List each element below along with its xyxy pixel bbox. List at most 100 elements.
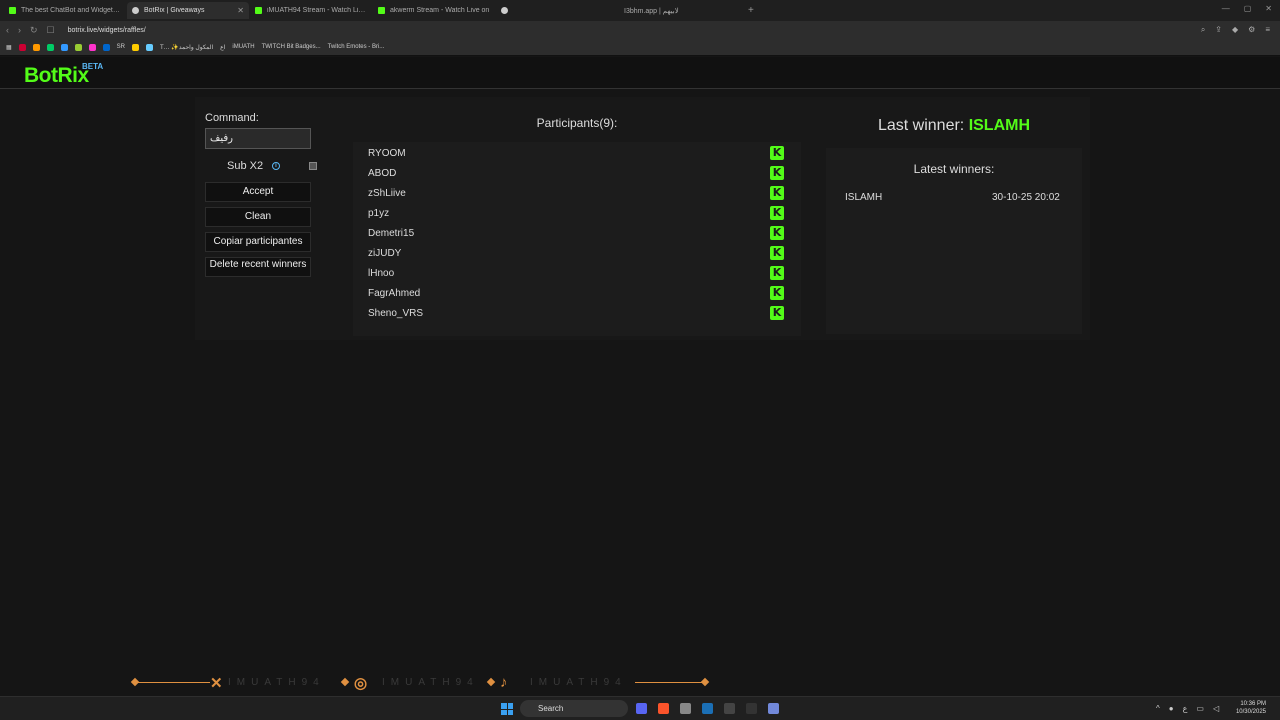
language-icon[interactable]: ع <box>1183 704 1188 713</box>
maximize-icon[interactable]: ▢ <box>1244 4 1252 13</box>
bookmark-item[interactable]: TWITCH Bit Badges... <box>262 44 321 50</box>
participant-row: Demetri15 K <box>368 225 786 243</box>
share-icon[interactable]: ⇪ <box>1215 25 1222 35</box>
apps-icon[interactable]: ▦ <box>6 44 12 51</box>
bookmark-item[interactable]: T… ✨المكول واحمد <box>160 44 213 51</box>
tab-title: I3bhm.app | لابيهم <box>624 7 679 15</box>
new-tab-button[interactable]: + <box>748 5 754 16</box>
divider <box>138 682 210 683</box>
browser-tab-3[interactable]: iMUATH94 Stream - Watch Live o <box>250 2 372 19</box>
participant-row: FagrAhmed K <box>368 285 786 303</box>
botrix-logo[interactable]: BotRix <box>24 64 89 88</box>
instagram-icon: ◎ <box>354 675 368 692</box>
bookmark-item[interactable]: Twitch Emotes - Bri... <box>328 44 385 50</box>
command-label: Command: <box>205 112 259 124</box>
bookmark-item[interactable]: iMUATH <box>232 44 254 50</box>
sub-x2-checkbox[interactable] <box>309 162 317 170</box>
mic-icon[interactable]: ● <box>1169 704 1174 713</box>
menu-icon[interactable]: ≡ <box>1265 25 1270 35</box>
zoom-icon[interactable]: ⌕ <box>1201 25 1205 35</box>
app-icon[interactable] <box>724 703 735 714</box>
minimize-icon[interactable]: — <box>1222 4 1230 13</box>
overlay-handle: IMUATH94 <box>228 677 325 688</box>
kick-logo-icon: K <box>770 206 784 220</box>
brave-icon[interactable] <box>658 703 669 714</box>
brave-shield-icon[interactable]: ◆ <box>1232 25 1238 35</box>
bookmark-item[interactable]: SR <box>117 44 125 50</box>
x-logo-icon: ✕ <box>210 675 223 692</box>
beta-badge: BETA <box>82 62 104 71</box>
discord-app-icon[interactable] <box>768 703 779 714</box>
taskbar-search[interactable]: Search <box>520 700 628 717</box>
participant-row: ziJUDY K <box>368 245 786 263</box>
network-icon[interactable]: ▭ <box>1196 704 1204 713</box>
browser-tab-4[interactable]: akwerm Stream - Watch Live on <box>373 2 495 19</box>
diamond-icon <box>700 677 710 687</box>
tiktok-icon: ♪ <box>500 674 508 691</box>
clock[interactable]: 10:36 PM 10/30/2025 <box>1236 700 1266 716</box>
participant-row: ABOD K <box>368 165 786 183</box>
clean-button[interactable]: Clean <box>205 207 311 227</box>
address-bar: ‹ › ↻ ☐ botrix.live/widgets/raffles/ ⌕ ⇪… <box>0 21 1280 39</box>
participant-name: p1yz <box>368 208 390 219</box>
windows-start-icon[interactable] <box>501 703 513 715</box>
participant-name: RYOOM <box>368 148 406 159</box>
participant-row: RYOOM K <box>368 145 786 163</box>
close-window-icon[interactable]: ✕ <box>1265 4 1272 13</box>
botrix-favicon-icon <box>132 7 139 14</box>
info-icon[interactable]: i <box>272 162 280 170</box>
accept-button[interactable]: Accept <box>205 182 311 202</box>
bookmarks-bar: ▦ ​ ​ ​ ​ ​ ​ ​ SR ​ ​ T… ✨المكول واحمد … <box>0 39 1280 56</box>
delete-recent-winners-button[interactable]: Delete recent winners <box>205 257 311 277</box>
clock-date: 10/30/2025 <box>1235 709 1266 715</box>
participant-name: zShLiive <box>368 188 406 199</box>
latest-winners-title: Latest winners: <box>913 162 995 176</box>
participant-name: ziJUDY <box>368 248 402 259</box>
volume-icon[interactable]: ◁ <box>1213 704 1219 713</box>
diamond-icon <box>486 677 496 687</box>
overlay-handle: IMUATH94 <box>382 677 479 688</box>
browser-tab-6[interactable]: I3bhm.app | لابيهم <box>619 2 741 19</box>
steam-icon[interactable] <box>702 703 713 714</box>
participant-name: FagrAhmed <box>368 288 421 299</box>
back-icon[interactable]: ‹ <box>6 25 9 35</box>
bookmark-item[interactable]: اع <box>220 44 225 51</box>
forward-icon[interactable]: › <box>18 25 21 35</box>
taskbar: ⌕ Search ^ ● ع ▭ ◁ 10:36 PM 10/30/2025 <box>0 696 1280 720</box>
overlay-handle: IMUATH94 <box>530 677 627 688</box>
close-tab-icon[interactable]: ✕ <box>237 6 244 15</box>
chevron-up-icon[interactable]: ^ <box>1156 704 1160 713</box>
browser-tab-1[interactable]: The best ChatBot and Widgets for Ki <box>4 2 126 19</box>
kick-favicon-icon <box>9 7 16 14</box>
toolbar-icons: ⌕ ⇪ ◆ ⚙ ≡ <box>1201 25 1270 35</box>
kick-logo-icon: K <box>770 186 784 200</box>
sub-x2-label: Sub X2 <box>227 160 264 172</box>
copy-participants-button[interactable]: Copiar participantes <box>205 232 311 252</box>
last-winner: Last winner: ISLAMH <box>826 117 1082 135</box>
command-input[interactable] <box>205 128 311 149</box>
extensions-icon[interactable]: ⚙ <box>1248 25 1255 35</box>
social-overlay: ✕ IMUATH94 ◎ IMUATH94 ♪ IMUATH94 <box>130 672 710 694</box>
discord-icon[interactable] <box>636 703 647 714</box>
obs-icon[interactable] <box>746 703 757 714</box>
bookmark-icon[interactable]: ☐ <box>47 25 55 36</box>
participant-row: p1yz K <box>368 205 786 223</box>
page-favicon-icon <box>501 7 508 14</box>
tab-bar: The best ChatBot and Widgets for Ki BotR… <box>0 0 1280 21</box>
tab-title: iMUATH94 Stream - Watch Live o <box>267 7 367 14</box>
browser-tab-5[interactable] <box>496 2 618 19</box>
kick-logo-icon: K <box>770 266 784 280</box>
window-controls: — ▢ ✕ <box>1222 4 1272 13</box>
participant-name: Demetri15 <box>368 228 415 239</box>
url-field[interactable]: botrix.live/widgets/raffles/ <box>68 27 146 34</box>
winner-date: 30-10-25 20:02 <box>992 192 1060 203</box>
kick-logo-icon: K <box>770 146 784 160</box>
kick-logo-icon: K <box>770 166 784 180</box>
reload-icon[interactable]: ↻ <box>30 25 38 36</box>
browser-tab-2[interactable]: BotRix | Giveaways ✕ <box>127 2 249 19</box>
kick-favicon-icon <box>378 7 385 14</box>
last-winner-label: Last winner: <box>877 117 965 134</box>
app-icon[interactable] <box>680 703 691 714</box>
participant-name: ABOD <box>368 168 397 179</box>
kick-logo-icon: K <box>770 246 784 260</box>
